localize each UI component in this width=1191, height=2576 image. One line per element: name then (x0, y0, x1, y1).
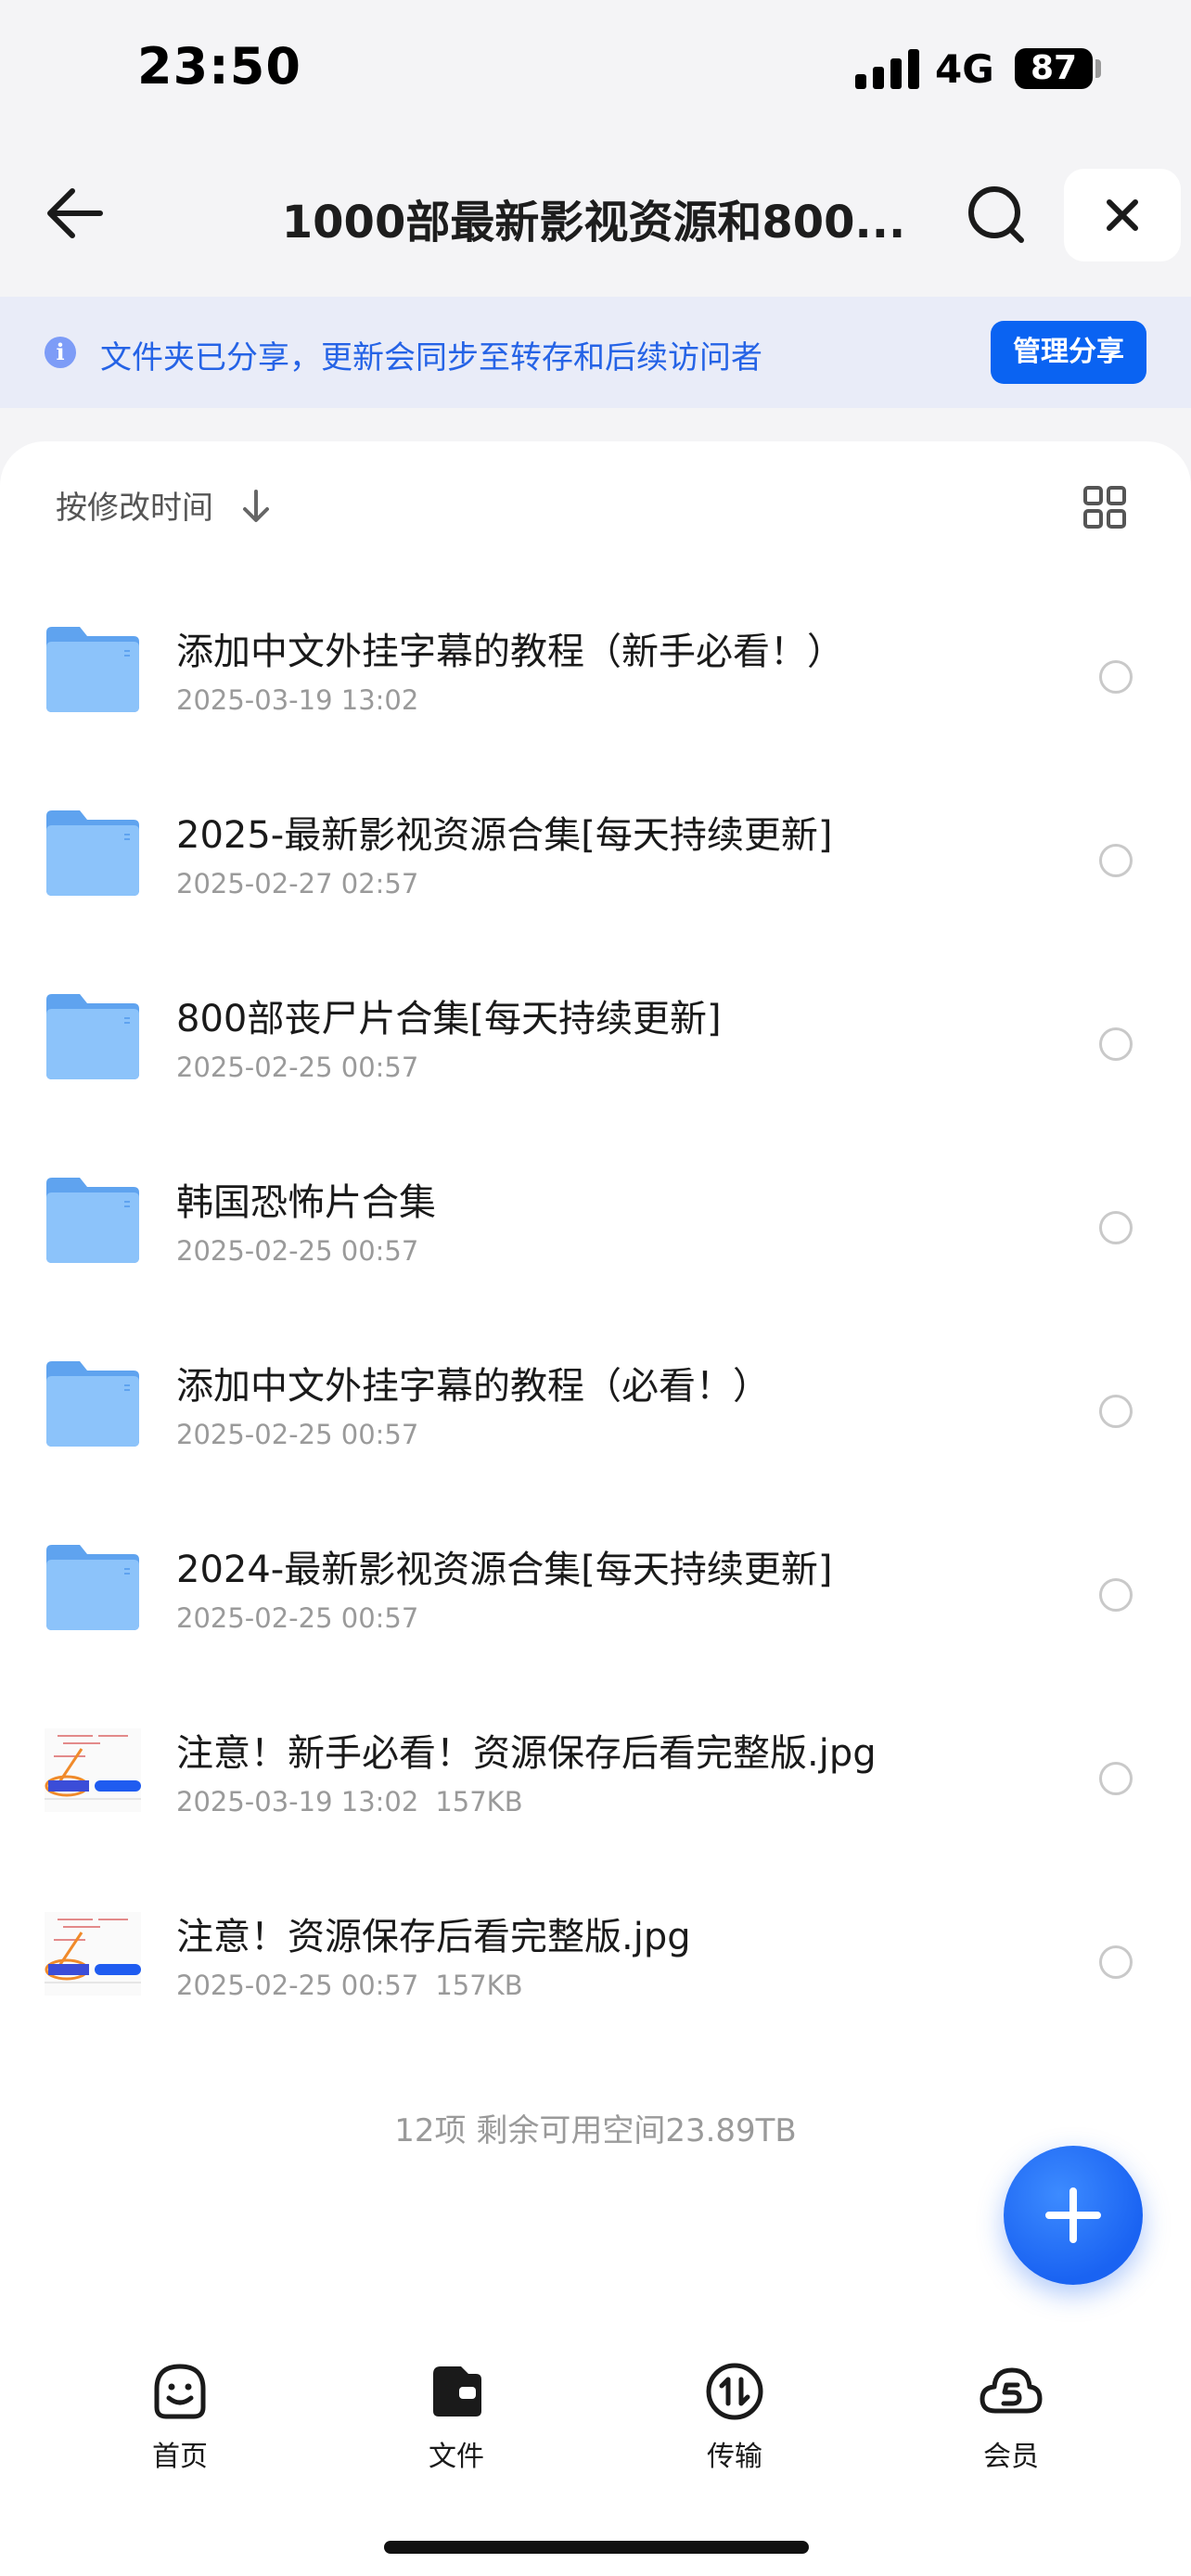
back-arrow-icon[interactable] (41, 176, 115, 250)
file-date: 2025-02-25 00:57 (176, 1970, 419, 2001)
wallet-icon (433, 2366, 481, 2417)
folder-row[interactable]: 800部丧尸片合集[每天持续更新] 2025-02-25 00:57 (0, 951, 1191, 1135)
folder-row[interactable]: 添加中文外挂字幕的教程（必看！） 2025-02-25 00:57 (0, 1319, 1191, 1502)
page-title: 1000部最新影视资源和800... (281, 197, 906, 249)
smiley-icon (154, 2364, 206, 2419)
select-checkbox[interactable] (1099, 1027, 1133, 1061)
nav-bar: 1000部最新影视资源和800... (0, 158, 1191, 274)
banner-text: 文件夹已分享，更新会同步至转存和后续访问者 (100, 339, 762, 376)
folder-icon (45, 807, 141, 898)
plus-icon (1045, 2187, 1101, 2243)
battery-icon: 87 (1015, 48, 1093, 89)
file-meta: 2025-02-25 00:57 (176, 1602, 418, 1634)
file-name: 2024-最新影视资源合集[每天持续更新] (176, 1549, 833, 1591)
folder-icon (45, 1174, 141, 1265)
home-indicator (384, 2541, 809, 2554)
tab-home-label: 首页 (152, 2441, 208, 2473)
file-meta: 2025-03-19 13:02 157KB (176, 1786, 523, 1817)
file-date: 2025-02-25 00:57 (176, 1235, 419, 1267)
select-checkbox[interactable] (1099, 1762, 1133, 1795)
search-icon[interactable] (960, 178, 1034, 252)
image-file-row[interactable]: 注意！资源保存后看完整版.jpg 2025-02-25 00:57 157KB (0, 1869, 1191, 2053)
file-name: 添加中文外挂字幕的教程（必看！） (176, 1365, 770, 1408)
file-meta: 2025-03-19 13:02 (176, 684, 418, 716)
file-name: 添加中文外挂字幕的教程（新手必看！） (176, 631, 844, 673)
select-checkbox[interactable] (1099, 844, 1133, 877)
file-date: 2025-02-25 00:57 (176, 1602, 419, 1634)
file-list: 添加中文外挂字幕的教程（新手必看！） 2025-03-19 13:02 2025-最… (0, 584, 1191, 2053)
status-time: 23:50 (137, 37, 301, 96)
folder-icon (45, 1541, 141, 1632)
grid-view-icon[interactable] (1082, 484, 1128, 530)
file-meta: 2025-02-25 00:57 (176, 1235, 418, 1267)
file-date: 2025-03-19 13:02 (176, 684, 419, 716)
select-checkbox[interactable] (1099, 1945, 1133, 1979)
close-button[interactable] (1064, 169, 1181, 261)
select-checkbox[interactable] (1099, 1395, 1133, 1428)
tab-vip[interactable]: 会员 (918, 2357, 1104, 2496)
file-meta: 2025-02-25 00:57 157KB (176, 1970, 523, 2001)
close-icon (1107, 199, 1138, 231)
add-button[interactable] (1004, 2146, 1143, 2285)
tab-transfer[interactable]: 传输 (642, 2357, 827, 2496)
file-name: 2025-最新影视资源合集[每天持续更新] (176, 814, 833, 857)
storage-summary: 12项 剩余可用空间23.89TB (394, 2112, 797, 2149)
select-checkbox[interactable] (1099, 1578, 1133, 1612)
file-name: 韩国恐怖片合集 (176, 1181, 436, 1224)
file-date: 2025-03-19 13:02 (176, 1786, 419, 1817)
file-name: 注意！新手必看！资源保存后看完整版.jpg (176, 1732, 877, 1775)
image-thumbnail-icon (45, 1908, 141, 1999)
file-date: 2025-02-25 00:57 (176, 1052, 419, 1083)
transfer-icon (706, 2363, 763, 2420)
file-name: 注意！资源保存后看完整版.jpg (176, 1916, 691, 1958)
tab-vip-label: 会员 (983, 2441, 1039, 2473)
folder-row[interactable]: 韩国恐怖片合集 2025-02-25 00:57 (0, 1135, 1191, 1319)
tab-transfer-label: 传输 (707, 2441, 762, 2473)
select-checkbox[interactable] (1099, 660, 1133, 694)
manage-share-button[interactable]: 管理分享 (991, 321, 1146, 384)
arrow-down-icon[interactable] (237, 486, 275, 527)
tab-files-label: 文件 (429, 2441, 484, 2473)
sort-by-modified-button[interactable]: 按修改时间 (56, 482, 213, 528)
file-meta: 2025-02-25 00:57 (176, 1052, 418, 1083)
file-size: 157KB (435, 1786, 523, 1817)
file-meta: 2025-02-25 00:57 (176, 1419, 418, 1450)
folder-row[interactable]: 2025-最新影视资源合集[每天持续更新] 2025-02-27 02:57 (0, 768, 1191, 951)
file-date: 2025-02-27 02:57 (176, 868, 419, 899)
battery-tip (1095, 59, 1101, 78)
folder-row[interactable]: 2024-最新影视资源合集[每天持续更新] 2025-02-25 00:57 (0, 1502, 1191, 1686)
file-size: 157KB (435, 1970, 523, 2001)
signal-icon (855, 48, 920, 89)
image-file-row[interactable]: 注意！新手必看！资源保存后看完整版.jpg 2025-03-19 13:02 157… (0, 1686, 1191, 1869)
folder-icon (45, 990, 141, 1081)
share-info-banner: i 文件夹已分享，更新会同步至转存和后续访问者 管理分享 (0, 297, 1191, 408)
tab-files[interactable]: 文件 (364, 2357, 549, 2496)
image-thumbnail-icon (45, 1725, 141, 1816)
folder-icon (45, 623, 141, 714)
file-list-card: 按修改时间 添加中文外挂字幕的教程（新手必看！） 2025-03-19 13:02… (0, 441, 1191, 2576)
info-icon: i (45, 337, 76, 368)
folder-row[interactable]: 添加中文外挂字幕的教程（新手必看！） 2025-03-19 13:02 (0, 584, 1191, 768)
file-name: 800部丧尸片合集[每天持续更新] (176, 998, 722, 1040)
tab-home[interactable]: 首页 (87, 2357, 273, 2496)
file-meta: 2025-02-27 02:57 (176, 868, 418, 899)
file-date: 2025-02-25 00:57 (176, 1419, 419, 1450)
folder-icon (45, 1358, 141, 1448)
network-type: 4G (935, 46, 994, 92)
status-bar: 23:50 4G 87 (0, 0, 1191, 139)
cloud-icon (980, 2367, 1043, 2414)
select-checkbox[interactable] (1099, 1211, 1133, 1244)
